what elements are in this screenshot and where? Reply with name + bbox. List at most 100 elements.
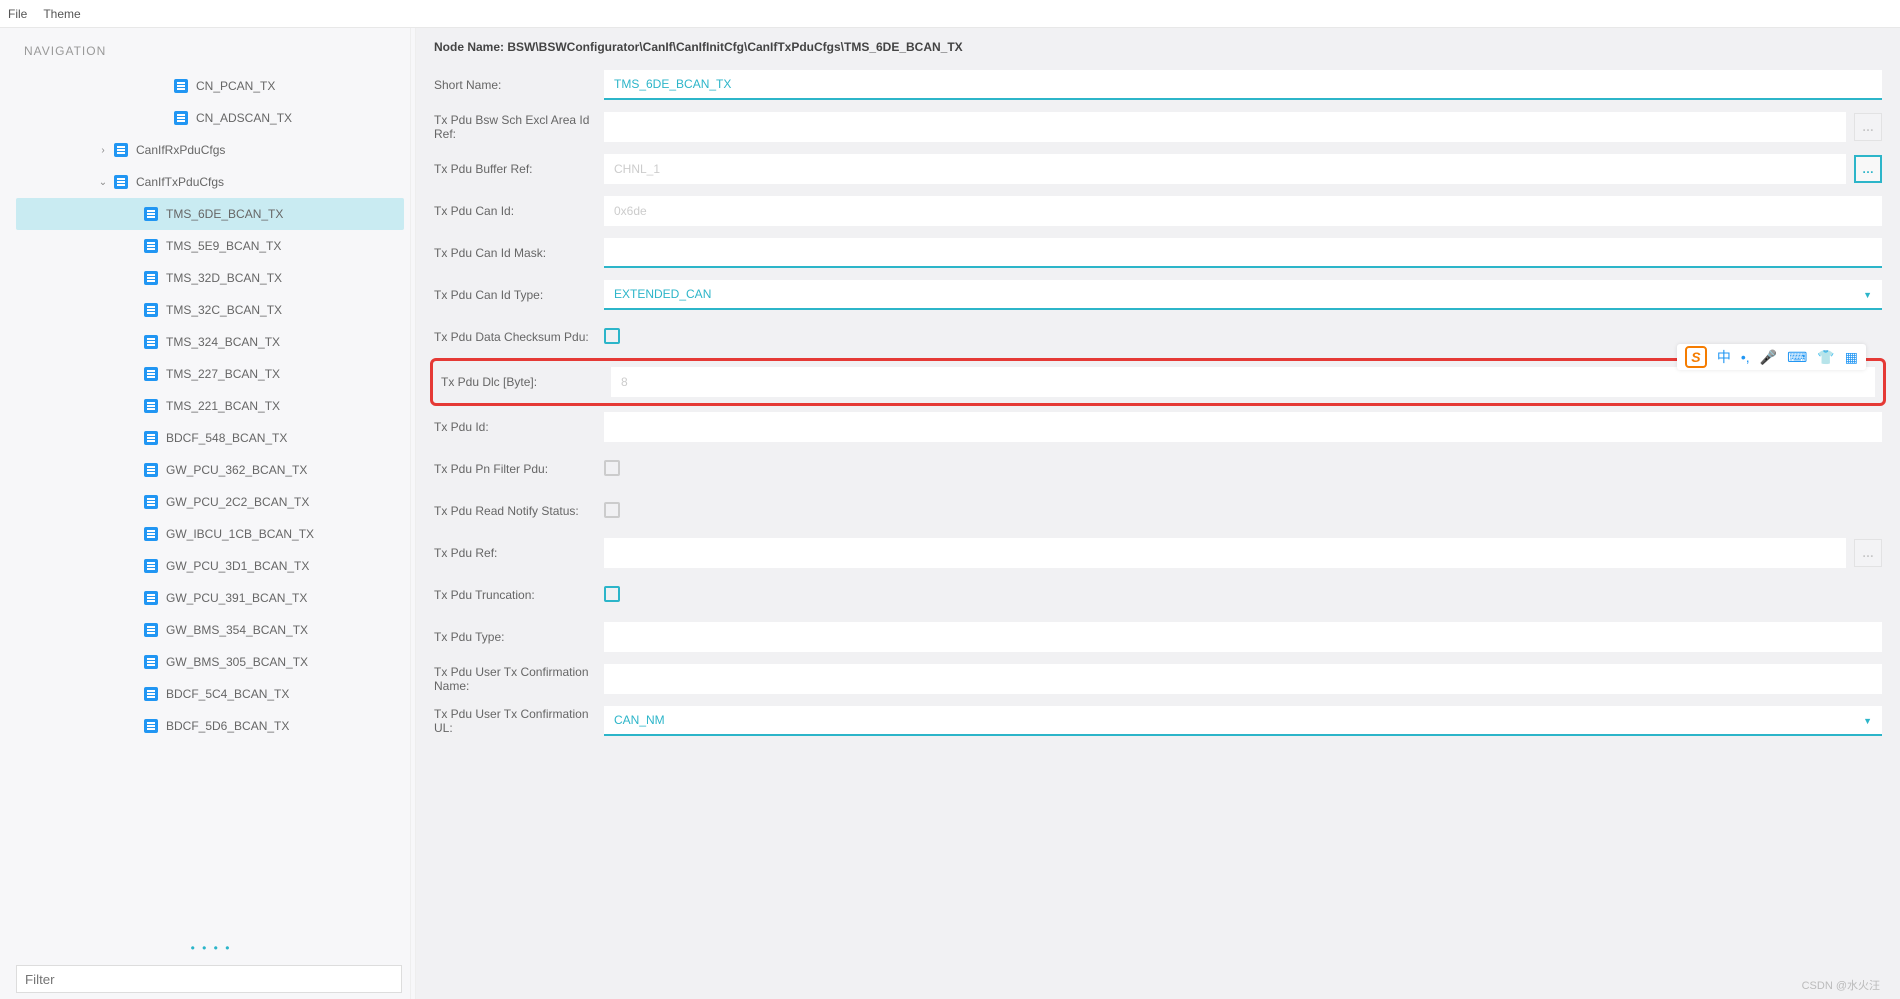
highlighted-dlc-row: Tx Pdu Dlc [Byte]: — [430, 358, 1886, 406]
tree-item-label: GW_PCU_2C2_BCAN_TX — [166, 495, 309, 509]
excl-area-input[interactable] — [604, 112, 1846, 142]
tree-item-label: BDCF_548_BCAN_TX — [166, 431, 287, 445]
ime-logo-icon: S — [1685, 346, 1707, 368]
dlc-label: Tx Pdu Dlc [Byte]: — [441, 375, 611, 389]
tree-item-gw_pcu_391_bcan_tx[interactable]: GW_PCU_391_BCAN_TX — [16, 582, 404, 614]
tree-item-label: CN_PCAN_TX — [196, 79, 275, 93]
dlc-input[interactable] — [611, 367, 1875, 397]
tree-more-indicator: • • • • — [16, 937, 406, 959]
watermark: CSDN @水火汪 — [1802, 977, 1880, 993]
pdu-ref-input[interactable] — [604, 538, 1846, 568]
ime-toolbar[interactable]: S 中 •, 🎤 ⌨ 👕 ▦ — [1677, 344, 1866, 370]
tree-item-tms_32c_bcan_tx[interactable]: TMS_32C_BCAN_TX — [16, 294, 404, 326]
tree-item-gw_pcu_2c2_bcan_tx[interactable]: GW_PCU_2C2_BCAN_TX — [16, 486, 404, 518]
tree-item-tms_221_bcan_tx[interactable]: TMS_221_BCAN_TX — [16, 390, 404, 422]
buffer-ref-input[interactable] — [604, 154, 1846, 184]
file-icon — [144, 591, 158, 605]
file-icon — [144, 687, 158, 701]
tree-item-tms_6de_bcan_tx[interactable]: TMS_6DE_BCAN_TX — [16, 198, 404, 230]
pdu-type-input[interactable] — [604, 622, 1882, 652]
dropdown-icon: ▼ — [1863, 290, 1872, 300]
tree-item-label: GW_BMS_305_BCAN_TX — [166, 655, 308, 669]
file-icon — [144, 559, 158, 573]
file-icon — [144, 623, 158, 637]
file-icon — [114, 143, 128, 157]
tree-item-tms_227_bcan_tx[interactable]: TMS_227_BCAN_TX — [16, 358, 404, 390]
tree-item-gw_pcu_3d1_bcan_tx[interactable]: GW_PCU_3D1_BCAN_TX — [16, 550, 404, 582]
pdu-id-input[interactable] — [604, 412, 1882, 442]
short-name-input[interactable] — [604, 70, 1882, 100]
can-id-mask-label: Tx Pdu Can Id Mask: — [434, 246, 604, 260]
pn-filter-checkbox[interactable] — [604, 460, 620, 476]
ime-skin-icon[interactable]: 👕 — [1817, 349, 1834, 366]
pdu-ref-label: Tx Pdu Ref: — [434, 546, 604, 560]
tree-item-gw_bms_354_bcan_tx[interactable]: GW_BMS_354_BCAN_TX — [16, 614, 404, 646]
conf-ul-select[interactable] — [604, 706, 1882, 736]
excl-area-label: Tx Pdu Bsw Sch Excl Area Id Ref: — [434, 113, 604, 141]
ime-keyboard-icon[interactable]: ⌨ — [1787, 349, 1807, 366]
menubar: File Theme — [0, 0, 1900, 28]
pn-filter-label: Tx Pdu Pn Filter Pdu: — [434, 462, 604, 476]
tree-item-cn_pcan_tx[interactable]: CN_PCAN_TX — [16, 70, 404, 102]
tree-item-bdcf_5c4_bcan_tx[interactable]: BDCF_5C4_BCAN_TX — [16, 678, 404, 710]
content-pane: Node Name: BSW\BSWConfigurator\CanIf\Can… — [416, 28, 1900, 999]
truncation-checkbox[interactable] — [604, 586, 620, 602]
tree-item-gw_ibcu_1cb_bcan_tx[interactable]: GW_IBCU_1CB_BCAN_TX — [16, 518, 404, 550]
dropdown-icon: ▼ — [1863, 716, 1872, 726]
pdu-id-label: Tx Pdu Id: — [434, 420, 604, 434]
nav-tree[interactable]: CN_PCAN_TXCN_ADSCAN_TX›CanIfRxPduCfgs⌄Ca… — [16, 70, 406, 937]
can-id-label: Tx Pdu Can Id: — [434, 204, 604, 218]
tree-item-bdcf_5d6_bcan_tx[interactable]: BDCF_5D6_BCAN_TX — [16, 710, 404, 742]
ime-lang-icon[interactable]: 中 — [1717, 347, 1731, 367]
filter-input[interactable] — [16, 965, 402, 993]
checksum-label: Tx Pdu Data Checksum Pdu: — [434, 330, 604, 344]
file-icon — [114, 175, 128, 189]
tree-item-tms_324_bcan_tx[interactable]: TMS_324_BCAN_TX — [16, 326, 404, 358]
ime-punct-icon[interactable]: •, — [1741, 349, 1750, 365]
pdu-ref-browse-button: … — [1854, 539, 1882, 567]
can-id-input[interactable] — [604, 196, 1882, 226]
file-icon — [144, 655, 158, 669]
tree-item-cn_adscan_tx[interactable]: CN_ADSCAN_TX — [16, 102, 404, 134]
file-icon — [144, 271, 158, 285]
property-form: Short Name: Tx Pdu Bsw Sch Excl Area Id … — [416, 64, 1900, 999]
pdu-type-label: Tx Pdu Type: — [434, 630, 604, 644]
chevron-icon: ⌄ — [96, 177, 110, 188]
tree-item-label: CN_ADSCAN_TX — [196, 111, 292, 125]
ime-toolbox-icon[interactable]: ▦ — [1845, 349, 1858, 366]
file-icon — [174, 111, 188, 125]
tree-item-label: TMS_32C_BCAN_TX — [166, 303, 282, 317]
tree-item-label: CanIfRxPduCfgs — [136, 143, 225, 157]
file-icon — [144, 335, 158, 349]
tree-item-label: GW_PCU_391_BCAN_TX — [166, 591, 307, 605]
tree-item-gw_bms_305_bcan_tx[interactable]: GW_BMS_305_BCAN_TX — [16, 646, 404, 678]
read-notify-checkbox[interactable] — [604, 502, 620, 518]
tree-item-tms_5e9_bcan_tx[interactable]: TMS_5E9_BCAN_TX — [16, 230, 404, 262]
conf-name-input[interactable] — [604, 664, 1882, 694]
tree-item-label: TMS_6DE_BCAN_TX — [166, 207, 283, 221]
tree-item-bdcf_548_bcan_tx[interactable]: BDCF_548_BCAN_TX — [16, 422, 404, 454]
can-id-mask-input[interactable] — [604, 238, 1882, 268]
tree-item-label: TMS_324_BCAN_TX — [166, 335, 280, 349]
tree-item-tms_32d_bcan_tx[interactable]: TMS_32D_BCAN_TX — [16, 262, 404, 294]
tree-item-label: TMS_5E9_BCAN_TX — [166, 239, 281, 253]
file-icon — [174, 79, 188, 93]
can-id-type-select[interactable] — [604, 280, 1882, 310]
ime-mic-icon[interactable]: 🎤 — [1760, 349, 1777, 366]
buffer-ref-browse-button[interactable]: … — [1854, 155, 1882, 183]
tree-item-caniftxpducfgs[interactable]: ⌄CanIfTxPduCfgs — [16, 166, 404, 198]
file-icon — [144, 527, 158, 541]
tree-item-gw_pcu_362_bcan_tx[interactable]: GW_PCU_362_BCAN_TX — [16, 454, 404, 486]
tree-item-label: BDCF_5C4_BCAN_TX — [166, 687, 289, 701]
file-icon — [144, 431, 158, 445]
file-icon — [144, 303, 158, 317]
checksum-checkbox[interactable] — [604, 328, 620, 344]
tree-item-label: GW_PCU_3D1_BCAN_TX — [166, 559, 309, 573]
menu-theme[interactable]: Theme — [43, 7, 80, 21]
conf-name-label: Tx Pdu User Tx Confirmation Name: — [434, 665, 604, 693]
tree-item-canifrxpducfgs[interactable]: ›CanIfRxPduCfgs — [16, 134, 404, 166]
tree-item-label: GW_BMS_354_BCAN_TX — [166, 623, 308, 637]
tree-item-label: GW_PCU_362_BCAN_TX — [166, 463, 307, 477]
read-notify-label: Tx Pdu Read Notify Status: — [434, 504, 604, 518]
menu-file[interactable]: File — [8, 7, 27, 21]
